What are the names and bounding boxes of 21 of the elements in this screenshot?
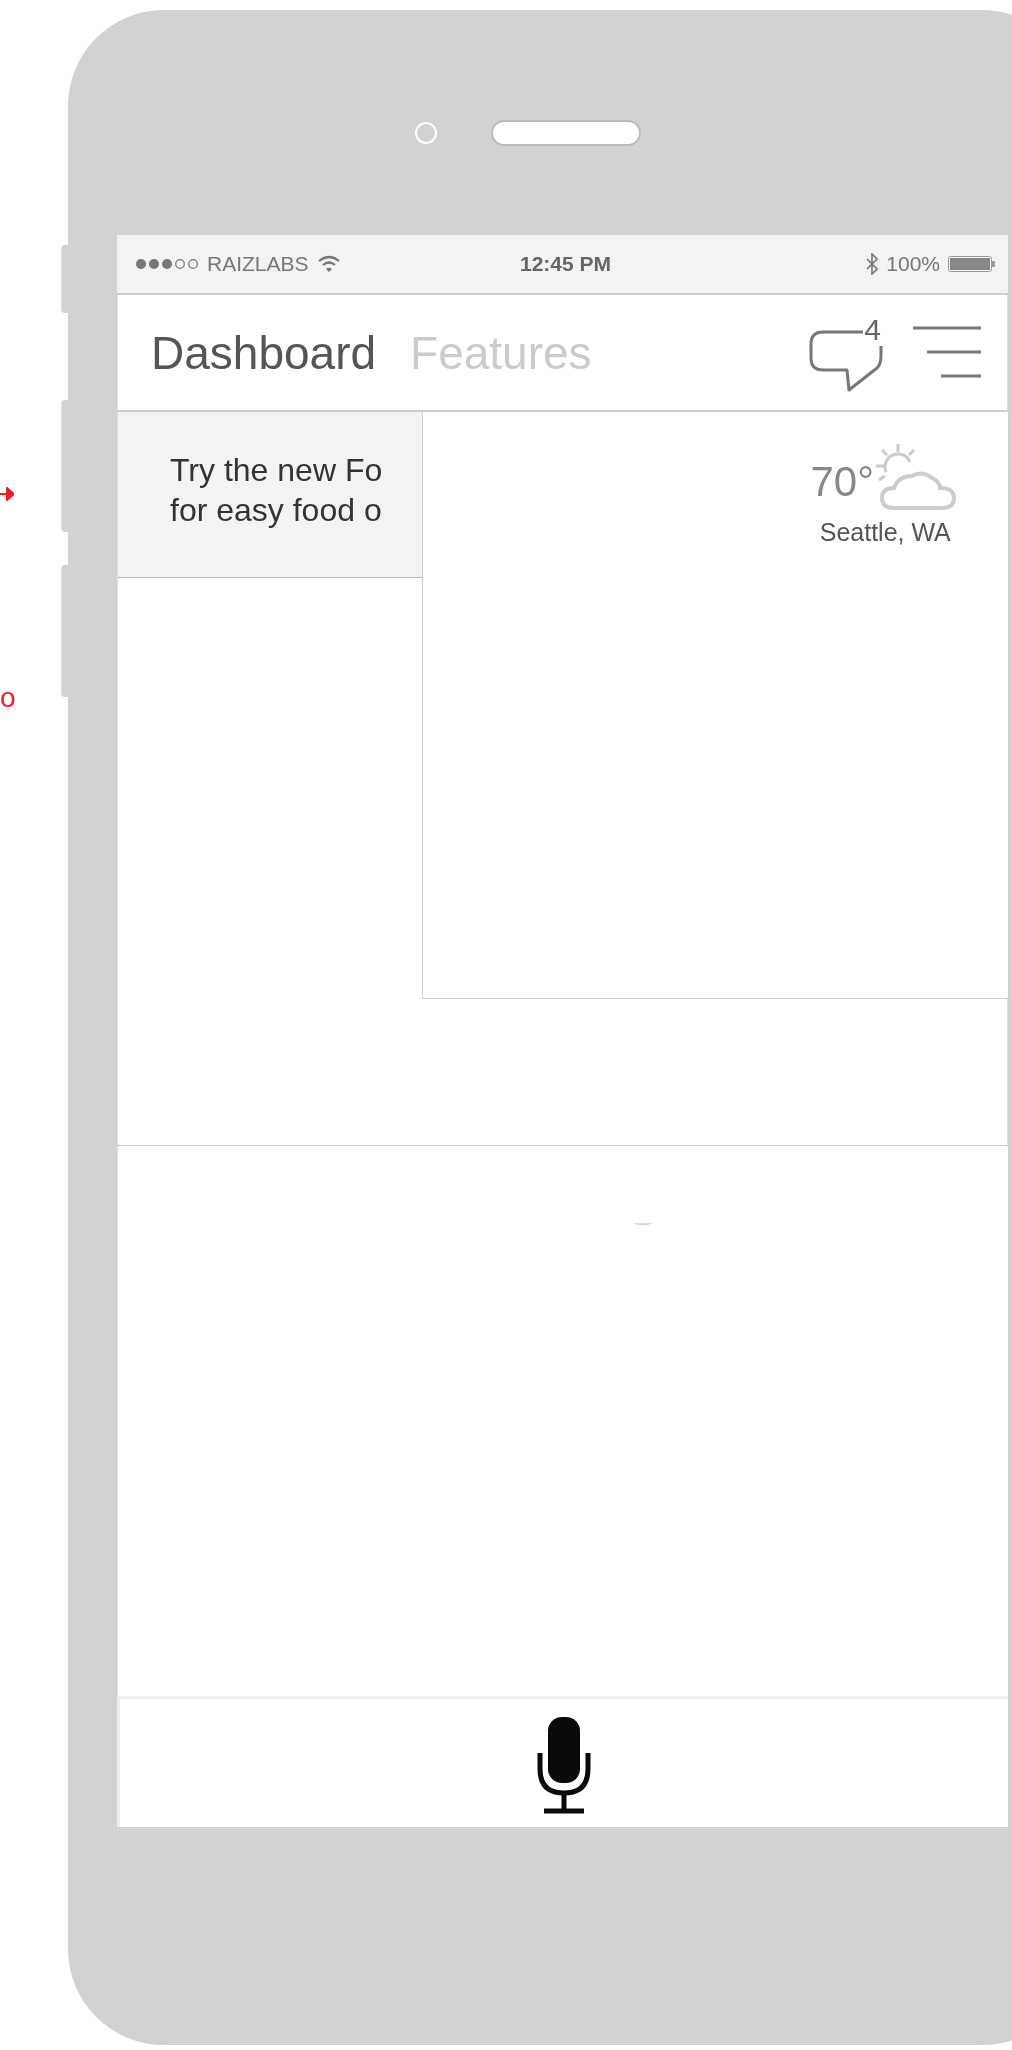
tab[interactable]: Dashboard: [151, 325, 377, 380]
status-time: 12:45 PM: [519, 252, 611, 276]
wifi-icon: [316, 255, 341, 273]
battery-icon: [948, 256, 996, 272]
bluetooth-icon: [866, 253, 879, 275]
message-count: 4: [864, 313, 881, 346]
temperature: 70°: [810, 458, 874, 506]
carrier-name: RAIZLABS: [207, 252, 309, 276]
banner-text-line: for easy food o: [170, 491, 383, 530]
messages-button[interactable]: 4: [807, 313, 883, 392]
microphone-icon[interactable]: [536, 1717, 592, 1815]
annotation-text: o: [0, 682, 16, 714]
battery-percent: 100%: [886, 252, 940, 276]
banner-text-line: Try the new Fo: [170, 451, 384, 490]
camera-icon: [415, 122, 437, 144]
arc-icon: [632, 1222, 654, 1227]
signal-icon: [135, 258, 199, 270]
location-label: Seattle, WA: [819, 518, 951, 547]
menu-icon[interactable]: [913, 325, 981, 380]
speaker-icon: [491, 120, 641, 146]
arrow-icon: [0, 487, 14, 501]
